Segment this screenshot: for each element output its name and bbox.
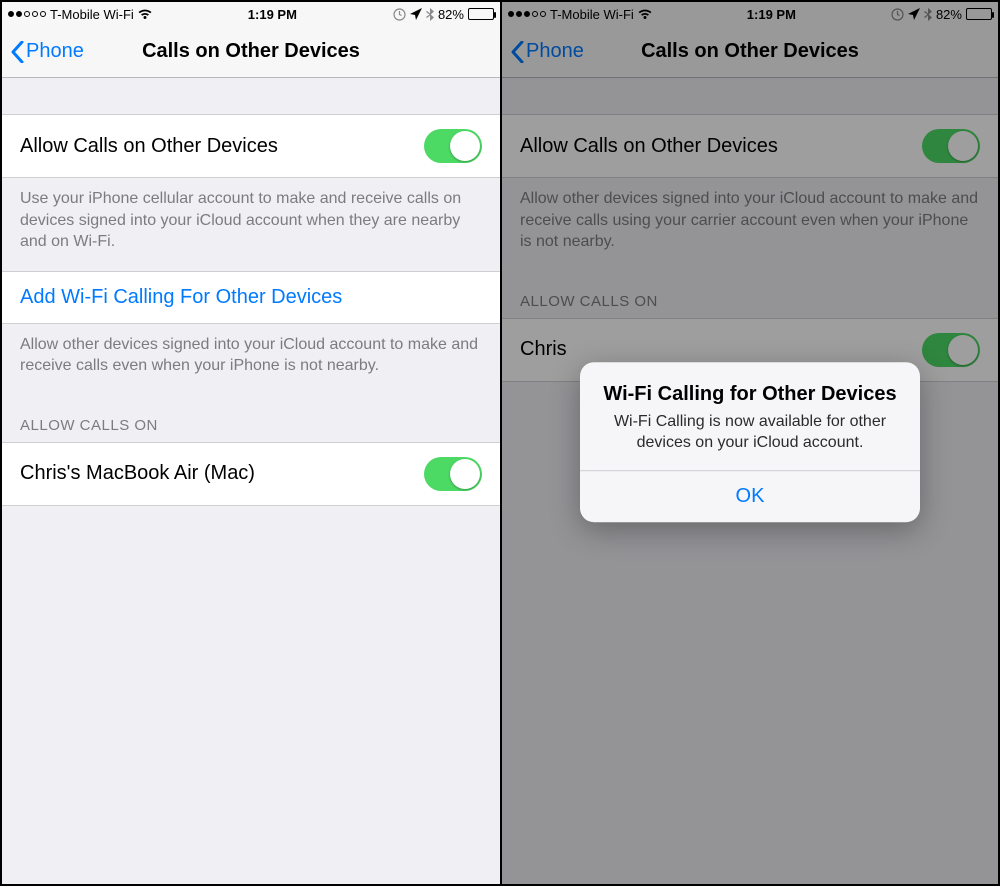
device-cell[interactable]: Chris's MacBook Air (Mac) bbox=[2, 442, 500, 506]
signal-dots bbox=[8, 11, 46, 17]
add-wifi-calling-cell[interactable]: Add Wi-Fi Calling For Other Devices bbox=[2, 271, 500, 324]
rotation-lock-icon bbox=[393, 8, 406, 21]
nav-bar: Phone Calls on Other Devices bbox=[2, 26, 500, 78]
alert-message: Wi-Fi Calling is now available for other… bbox=[598, 412, 902, 454]
wifi-icon bbox=[138, 8, 152, 20]
allow-calls-toggle[interactable] bbox=[424, 129, 482, 163]
add-wifi-calling-footer: Allow other devices signed into your iCl… bbox=[2, 324, 500, 395]
bluetooth-icon bbox=[426, 8, 434, 21]
location-icon bbox=[410, 8, 422, 20]
allow-calls-on-header: ALLOW CALLS ON bbox=[2, 395, 500, 442]
battery-icon bbox=[468, 8, 494, 20]
back-button[interactable]: Phone bbox=[10, 40, 84, 63]
settings-content: Allow Calls on Other Devices Use your iP… bbox=[2, 78, 500, 884]
allow-calls-label: Allow Calls on Other Devices bbox=[20, 135, 278, 158]
battery-percent: 82% bbox=[438, 7, 464, 22]
chevron-left-icon bbox=[10, 41, 24, 63]
carrier-label: T-Mobile Wi-Fi bbox=[50, 7, 134, 22]
alert-title: Wi-Fi Calling for Other Devices bbox=[598, 382, 902, 406]
status-bar: T-Mobile Wi-Fi 1:19 PM 82% bbox=[2, 2, 500, 26]
allow-calls-cell[interactable]: Allow Calls on Other Devices bbox=[2, 114, 500, 178]
back-label: Phone bbox=[26, 40, 84, 63]
device-toggle[interactable] bbox=[424, 457, 482, 491]
allow-calls-footer: Use your iPhone cellular account to make… bbox=[2, 178, 500, 271]
screenshot-left: T-Mobile Wi-Fi 1:19 PM 82% Phone Calls o… bbox=[2, 2, 500, 884]
status-time: 1:19 PM bbox=[248, 7, 297, 22]
alert-ok-button[interactable]: OK bbox=[580, 470, 920, 522]
add-wifi-calling-label: Add Wi-Fi Calling For Other Devices bbox=[20, 286, 342, 309]
wifi-calling-alert: Wi-Fi Calling for Other Devices Wi-Fi Ca… bbox=[580, 362, 920, 522]
screenshot-right: T-Mobile Wi-Fi 1:19 PM 82% Phone Calls o… bbox=[500, 2, 998, 884]
device-name: Chris's MacBook Air (Mac) bbox=[20, 462, 255, 485]
